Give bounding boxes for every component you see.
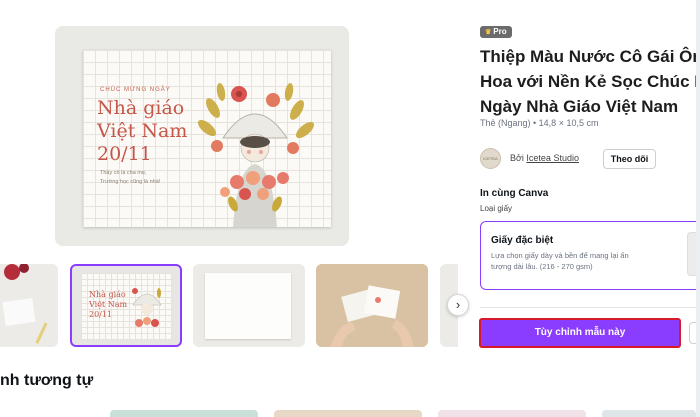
card-preview[interactable]: CHÚC MỪNG NGÀY Nhà giáo Việt Nam 20/11 T…	[83, 50, 331, 227]
template-detail-page: CHÚC MỪNG NGÀY Nhà giáo Việt Nam 20/11 T…	[0, 0, 700, 417]
card-title-line-1: Nhà giáo	[97, 97, 185, 119]
paper-type-label: Loại giấy	[480, 204, 513, 213]
next-thumbnails-button[interactable]: ›	[447, 294, 469, 316]
paper-option-desc-line-2: tượng dài lâu. (216 - 270 gsm)	[491, 262, 593, 271]
thumbnail-4[interactable]	[316, 264, 428, 347]
paper-option-title: Giấy đặc biệt	[491, 235, 554, 246]
crown-icon: ♛	[485, 29, 492, 36]
pro-badge-label: Pro	[493, 27, 507, 36]
thumbnail-2-line-3: 20/11	[89, 310, 113, 319]
thumbnail-1-image	[2, 264, 48, 344]
chevron-right-icon: ›	[455, 297, 461, 312]
pro-badge: ♛ Pro	[480, 26, 512, 38]
similar-item-3[interactable]	[438, 410, 586, 417]
thumbnail-3-blank-card	[205, 273, 291, 339]
template-title-line-3: Ngày Nhà Giáo Việt Nam	[480, 97, 679, 116]
author-avatar-text: ICETEA	[483, 156, 498, 161]
author-avatar[interactable]: ICETEA	[480, 148, 501, 169]
similar-section-title: nh tương tự	[0, 372, 94, 389]
follow-button[interactable]: Theo dõi	[603, 149, 656, 169]
card-subtitle-line-2: Trường học cũng là nhà!	[100, 179, 161, 185]
author-link[interactable]: Icetea Studio	[526, 153, 579, 163]
customize-template-button[interactable]: Tùy chỉnh mẫu này	[479, 318, 681, 348]
thumbnail-2-illustration	[132, 288, 162, 327]
template-title-line-1: Thiệp Màu Nước Cô Gái Ôm	[480, 47, 700, 66]
thumbnail-4-image	[316, 264, 428, 347]
similar-item-2[interactable]	[274, 410, 422, 417]
print-section-title: In cùng Canva	[480, 188, 549, 199]
girl-with-flowers-illustration	[197, 83, 315, 227]
thumbnail-1[interactable]	[0, 264, 58, 347]
card-title-line-2: Việt Nam	[97, 120, 188, 142]
author-line: Bởi Icetea Studio	[510, 153, 579, 163]
thumbnail-2-selected[interactable]: Nhà giáo Việt Nam 20/11	[70, 264, 182, 347]
template-meta: Thẻ (Ngang) • 14,8 × 10,5 cm	[480, 118, 599, 128]
similar-item-4[interactable]	[602, 410, 696, 417]
scrollbar-track[interactable]	[696, 0, 700, 417]
card-small-title: CHÚC MỪNG NGÀY	[100, 87, 171, 93]
divider	[480, 307, 700, 308]
paper-option-desc-line-1: Lựa chọn giấy dày và bền để mang lại ấn	[491, 251, 629, 260]
by-label: Bởi	[510, 153, 524, 163]
thumbnail-2-line-1: Nhà giáo	[89, 290, 126, 299]
paper-option-special[interactable]: Giấy đặc biệt Lựa chọn giấy dày và bền đ…	[480, 221, 700, 290]
template-title-line-2: Hoa với Nền Kẻ Sọc Chúc M	[480, 72, 700, 91]
thumbnail-2-card: Nhà giáo Việt Nam 20/11	[81, 273, 172, 340]
thumbnail-3[interactable]	[193, 264, 305, 347]
thumbnail-2-line-2: Việt Nam	[89, 300, 128, 309]
card-subtitle-line-1: Thầy cô là cha mẹ,	[100, 170, 147, 176]
similar-item-1[interactable]	[110, 410, 258, 417]
template-title: Thiệp Màu Nước Cô Gái Ôm Hoa với Nền Kẻ …	[480, 44, 700, 119]
card-title-line-3: 20/11	[97, 143, 152, 165]
